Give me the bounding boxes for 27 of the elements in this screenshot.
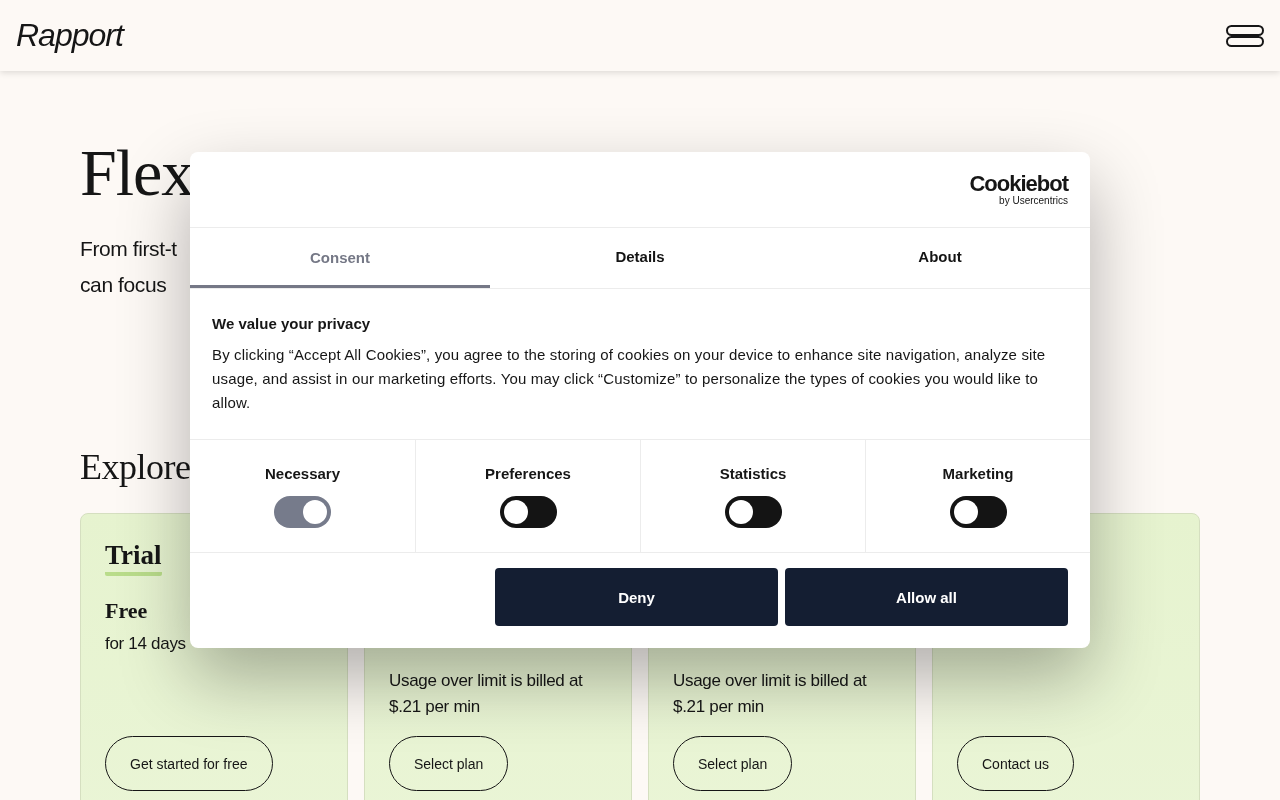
dialog-button[interactable]: Deny bbox=[495, 568, 778, 626]
logo[interactable]: Rapport bbox=[16, 17, 123, 54]
toggle-switch[interactable] bbox=[949, 495, 1007, 528]
category-label: Statistics bbox=[719, 464, 787, 482]
plan-note: Usage over limit is billed at bbox=[673, 670, 867, 692]
brand-logo: Cookiebot bbox=[969, 173, 1068, 195]
dialog-tab[interactable]: Consent bbox=[190, 228, 490, 288]
brand-subtitle: by Usercentrics bbox=[999, 195, 1068, 206]
toggle-switch[interactable] bbox=[499, 495, 557, 528]
page-title: Flex bbox=[80, 137, 194, 209]
toggle-switch[interactable] bbox=[724, 495, 782, 528]
plan-price: Free bbox=[105, 598, 149, 624]
dialog-text: By clicking “Accept All Cookies”, you agree to the storing of cookies on your device to enhance site navigation, analyze site usage, and assist in our marketing efforts. You may click “Customize” to personalize the types of cookies you would like to allow. bbox=[212, 345, 1047, 413]
plan-note: $.21 per min bbox=[389, 696, 480, 718]
plan-note: Usage over limit is billed at bbox=[389, 670, 583, 692]
dialog-button[interactable]: Allow all bbox=[785, 568, 1068, 626]
dialog-heading: We value your privacy bbox=[212, 315, 372, 332]
subtitle-text: From first-t bbox=[80, 236, 177, 262]
category-label: Preferences bbox=[485, 464, 571, 482]
subtitle-text: can focus bbox=[80, 272, 167, 298]
section-title: Explore bbox=[80, 446, 191, 489]
plan-name: Trial bbox=[105, 538, 162, 576]
menu-icon[interactable] bbox=[1226, 24, 1264, 47]
plan-note: $.21 per min bbox=[673, 696, 764, 718]
category-label: Necessary bbox=[264, 464, 341, 482]
category-label: Marketing bbox=[942, 464, 1014, 482]
plan-period: for 14 days bbox=[105, 634, 187, 654]
